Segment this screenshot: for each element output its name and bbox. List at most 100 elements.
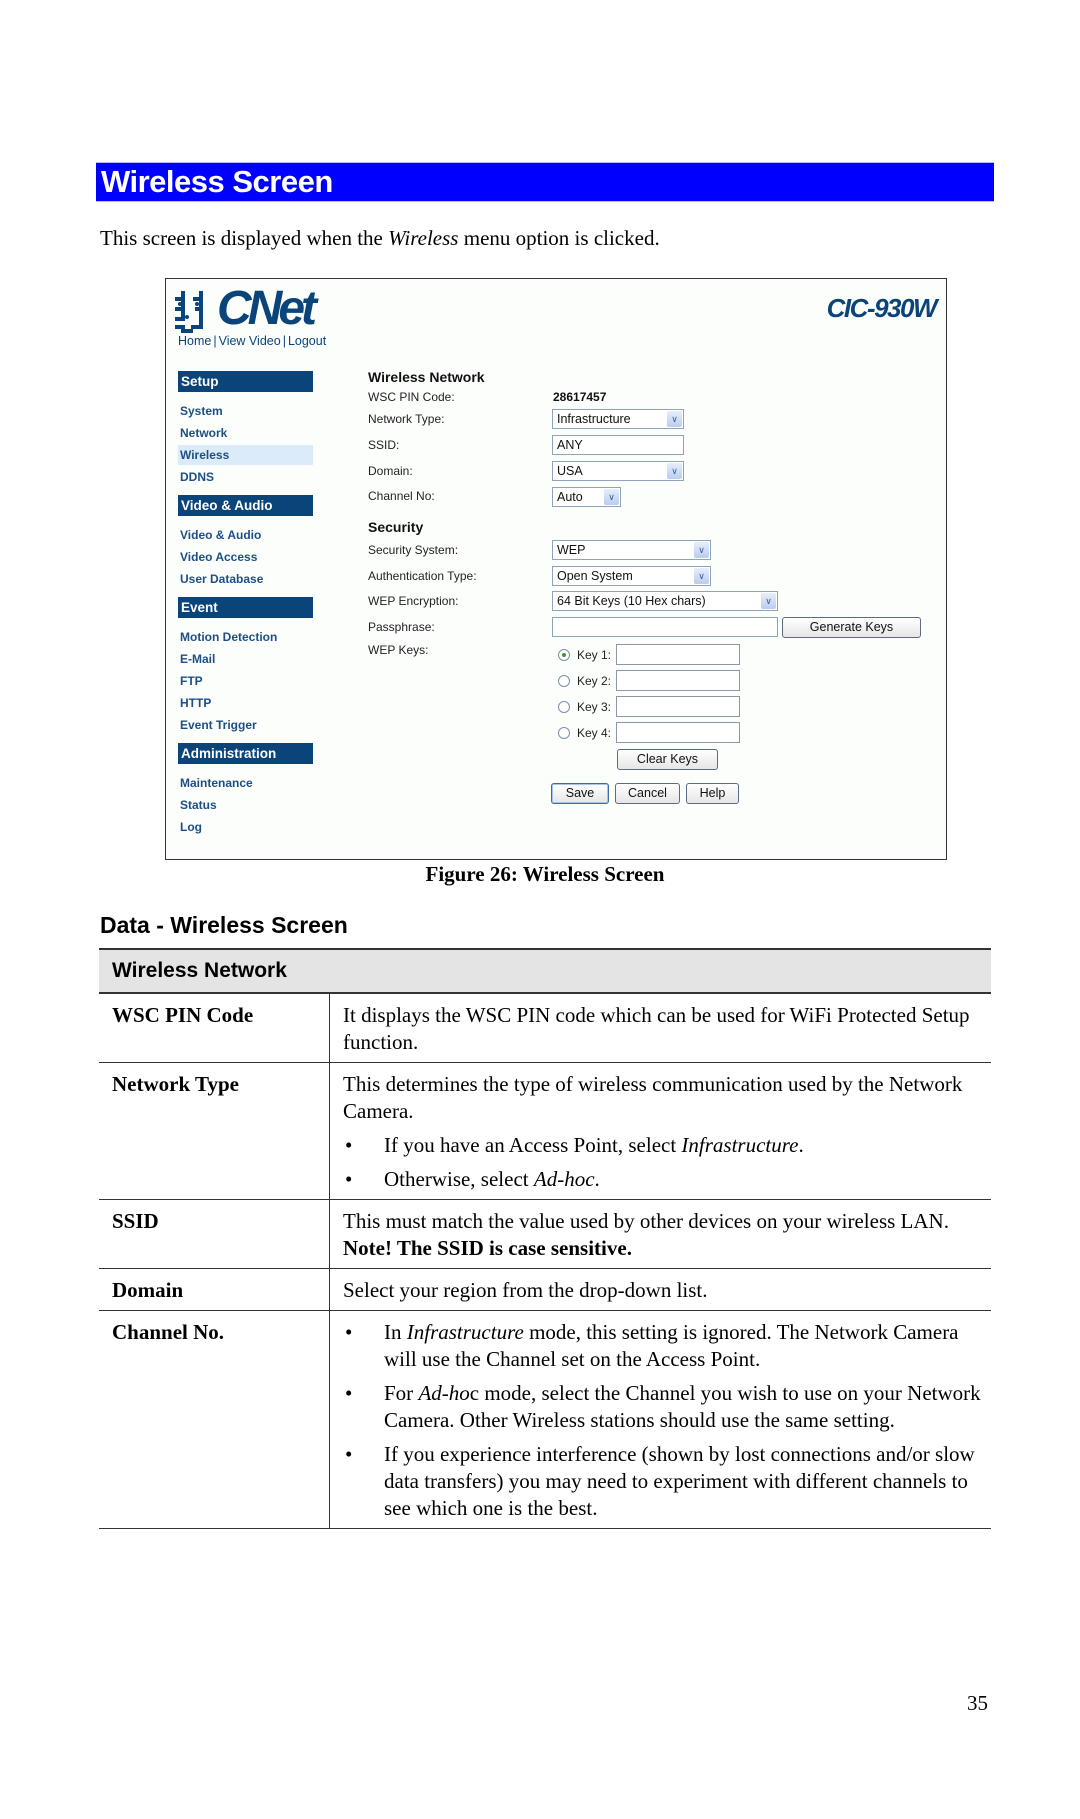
page-number: 35 [967, 1691, 988, 1715]
nav-view-video-link[interactable]: View Video [219, 334, 281, 348]
security-system-label: Security System: [368, 543, 459, 557]
sidebar-item-email[interactable]: E-Mail [178, 649, 313, 669]
key-4-input[interactable] [616, 722, 740, 743]
row-text: It displays the WSC PIN code which can b… [343, 1003, 970, 1054]
clear-keys-button[interactable]: Clear Keys [617, 749, 718, 770]
domain-select[interactable]: USA ∨ [552, 461, 684, 481]
chevron-down-icon: ∨ [667, 411, 682, 427]
sidebar-item-log[interactable]: Log [178, 817, 313, 837]
security-heading: Security [368, 519, 424, 535]
save-button[interactable]: Save [551, 783, 609, 804]
key-3-input[interactable] [616, 696, 740, 717]
key-3-radio[interactable] [558, 701, 570, 713]
sidebar-heading-administration: Administration [178, 743, 313, 764]
key-2-input[interactable] [616, 670, 740, 691]
authentication-type-select[interactable]: Open System ∨ [552, 566, 711, 586]
table-row: Channel No. In Infrastructure mode, this… [99, 1311, 991, 1529]
sidebar-item-status[interactable]: Status [178, 795, 313, 815]
nav-logout-link[interactable]: Logout [288, 334, 326, 348]
sidebar-item-motion-detection[interactable]: Motion Detection [178, 627, 313, 647]
row-text: Select your region from the drop-down li… [343, 1278, 708, 1302]
generate-keys-button[interactable]: Generate Keys [782, 617, 921, 638]
sidebar-item-system[interactable]: System [178, 401, 313, 421]
row-name: Channel No. [99, 1311, 330, 1528]
key-4-label: Key 4: [577, 726, 612, 740]
cnet-logo: CNet [173, 282, 333, 335]
security-system-select[interactable]: WEP ∨ [552, 540, 711, 560]
bullet-text: In [384, 1320, 407, 1344]
key-2-label: Key 2: [577, 674, 612, 688]
ssid-input[interactable]: ANY [552, 435, 684, 455]
intro-text-after: menu option is clicked. [458, 226, 660, 250]
channel-value: Auto [557, 490, 583, 504]
authentication-type-value: Open System [557, 569, 633, 583]
screenshot-frame: CNet CIC-930W Home | View Video | Logout Set… [165, 278, 947, 860]
key-1-radio[interactable] [558, 649, 570, 661]
brand-name: CNet [217, 282, 317, 335]
sidebar-item-network[interactable]: Network [178, 423, 313, 443]
domain-label: Domain: [368, 464, 413, 478]
wep-encryption-value: 64 Bit Keys (10 Hex chars) [557, 594, 706, 608]
sidebar-heading-event: Event [178, 597, 313, 618]
intro-text-italic: Wireless [388, 226, 459, 250]
cancel-button[interactable]: Cancel [615, 783, 680, 804]
chevron-down-icon: ∨ [761, 593, 776, 609]
wep-encryption-select[interactable]: 64 Bit Keys (10 Hex chars) ∨ [552, 591, 778, 611]
key-3-label: Key 3: [577, 700, 612, 714]
network-type-label: Network Type: [368, 412, 445, 426]
bullet-italic: Ad-ho [418, 1381, 470, 1405]
wep-keys-label: WEP Keys: [368, 643, 429, 657]
wep-encryption-label: WEP Encryption: [368, 594, 459, 608]
bullet-text: If you have an Access Point, select [384, 1133, 682, 1157]
authentication-type-label: Authentication Type: [368, 569, 477, 583]
wireless-network-heading: Wireless Network [368, 369, 485, 385]
intro-text-before: This screen is displayed when the [100, 226, 389, 250]
help-button[interactable]: Help [686, 783, 739, 804]
sidebar-item-http[interactable]: HTTP [178, 693, 313, 713]
bullet-item: If you experience interference (shown by… [343, 1441, 981, 1522]
row-name: Domain [99, 1269, 330, 1310]
sidebar-item-user-database[interactable]: User Database [178, 569, 313, 589]
data-section-title: Data - Wireless Screen [100, 912, 348, 938]
chevron-down-icon: ∨ [694, 542, 709, 558]
data-table: Wireless Network WSC PIN Code It display… [99, 948, 991, 1529]
sidebar-item-maintenance[interactable]: Maintenance [178, 773, 313, 793]
bullet-item: If you have an Access Point, select Infr… [343, 1132, 981, 1159]
bullet-italic: Infrastructure [681, 1133, 799, 1157]
sidebar-item-ddns[interactable]: DDNS [178, 467, 313, 487]
network-type-select[interactable]: Infrastructure ∨ [552, 409, 684, 429]
sidebar-item-video-audio[interactable]: Video & Audio [178, 525, 313, 545]
row-text: This must match the value used by other … [343, 1209, 949, 1233]
section-title: Wireless Screen [101, 164, 333, 199]
sidebar-item-event-trigger[interactable]: Event Trigger [178, 715, 313, 735]
key-1-label: Key 1: [577, 648, 612, 662]
key-2-radio[interactable] [558, 675, 570, 687]
nav-home-link[interactable]: Home [178, 334, 211, 348]
bullet-item: In Infrastructure mode, this setting is … [343, 1319, 981, 1373]
chevron-down-icon: ∨ [694, 568, 709, 584]
row-name: WSC PIN Code [99, 994, 330, 1062]
figure-caption: Figure 26: Wireless Screen [425, 862, 665, 886]
bullet-text: Otherwise, select [384, 1167, 534, 1191]
row-name: Network Type [99, 1063, 330, 1199]
table-row: WSC PIN Code It displays the WSC PIN cod… [99, 994, 991, 1063]
cnet-logo-mark-icon [175, 291, 203, 333]
sidebar-item-video-access[interactable]: Video Access [178, 547, 313, 567]
row-name: SSID [99, 1200, 330, 1268]
key-1-input[interactable] [616, 644, 740, 665]
sidebar-item-wireless[interactable]: Wireless [178, 445, 313, 465]
sidebar-item-ftp[interactable]: FTP [178, 671, 313, 691]
bullet-italic: Infrastructure [406, 1320, 524, 1344]
channel-label: Channel No: [368, 489, 435, 503]
row-description: Select your region from the drop-down li… [330, 1269, 991, 1310]
row-description: It displays the WSC PIN code which can b… [330, 994, 991, 1062]
top-nav: Home | View Video | Logout [178, 334, 326, 348]
passphrase-input[interactable] [552, 617, 778, 637]
bullet-item: For Ad-hoc mode, select the Channel you … [343, 1380, 981, 1434]
chevron-down-icon: ∨ [667, 463, 682, 479]
bullet-text: If you experience interference (shown by… [384, 1442, 975, 1520]
table-row: Network Type This determines the type of… [99, 1063, 991, 1200]
channel-select[interactable]: Auto ∨ [552, 487, 621, 507]
table-row: Domain Select your region from the drop-… [99, 1269, 991, 1311]
key-4-radio[interactable] [558, 727, 570, 739]
